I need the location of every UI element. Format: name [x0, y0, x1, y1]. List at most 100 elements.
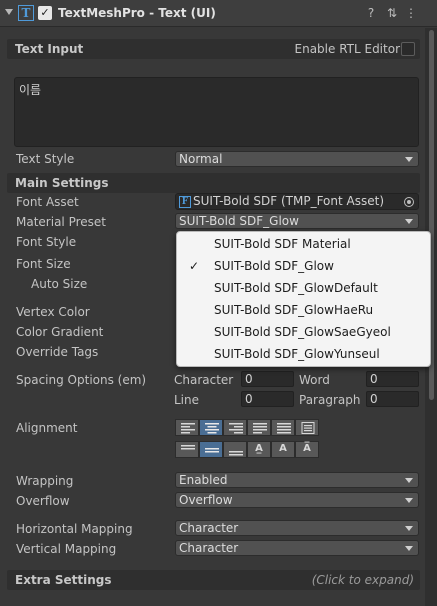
- popup-item-label: SUIT-Bold SDF_Glow: [214, 259, 334, 273]
- help-icon[interactable]: ?: [363, 5, 379, 21]
- popup-item[interactable]: SUIT-Bold SDF_GlowDefault: [177, 277, 430, 299]
- wrapping-label: Wrapping: [16, 474, 74, 488]
- word-spacing-field[interactable]: 0: [366, 371, 419, 387]
- overflow-dropdown[interactable]: Overflow: [175, 492, 419, 508]
- text-input-section-header: Text Input Enable RTL Editor: [7, 39, 420, 59]
- text-input-field[interactable]: 이름: [14, 77, 419, 147]
- line-spacing-label: Line: [174, 393, 200, 407]
- component-enabled-checkbox[interactable]: ✓: [38, 6, 52, 20]
- align-left-button[interactable]: [175, 419, 199, 436]
- align-right-icon: [229, 423, 243, 434]
- context-menu-icon[interactable]: ⋮: [403, 5, 419, 21]
- font-asset-field[interactable]: F SUIT-Bold SDF (TMP_Font Asset): [175, 193, 419, 210]
- text-style-label: Text Style: [16, 152, 75, 166]
- word-spacing-label: Word: [299, 373, 330, 387]
- main-settings-section-title: Main Settings: [15, 176, 109, 190]
- enable-rtl-editor-label: Enable RTL Editor: [294, 42, 401, 56]
- material-preset-dropdown[interactable]: SUIT-Bold SDF_Glow: [175, 213, 419, 229]
- align-geometry-center-icon: [301, 422, 315, 434]
- align-justified-icon: [253, 423, 267, 434]
- font-size-label: Font Size: [16, 257, 71, 271]
- checkmark-icon: ✓: [189, 259, 200, 273]
- text-input-section-title: Text Input: [15, 42, 84, 56]
- foldout-arrow-icon[interactable]: [5, 9, 13, 15]
- overflow-value: Overflow: [179, 493, 233, 507]
- font-asset-value: SUIT-Bold SDF (TMP_Font Asset): [193, 194, 385, 208]
- align-middle-button[interactable]: [199, 441, 223, 458]
- align-flush-icon: [277, 423, 291, 434]
- align-baseline-icon: A̲: [255, 443, 263, 454]
- popup-item-label: SUIT-Bold SDF_GlowHaeRu: [214, 303, 374, 317]
- align-midline-icon: A: [279, 443, 287, 454]
- extra-settings-section-header[interactable]: Extra Settings (Click to expand): [7, 570, 420, 590]
- extra-settings-hint: (Click to expand): [311, 573, 414, 587]
- align-baseline-button[interactable]: A̲: [247, 441, 271, 458]
- align-middle-icon: [205, 448, 219, 453]
- align-center-button[interactable]: [199, 419, 223, 436]
- font-style-label: Font Style: [16, 235, 77, 249]
- dropdown-caret-icon: [405, 157, 413, 162]
- align-top-button[interactable]: [175, 441, 199, 458]
- component-header[interactable]: T ✓ TextMeshPro - Text (UI) ? ⇅ ⋮: [0, 0, 437, 27]
- align-midline-button[interactable]: A: [271, 441, 295, 458]
- vertical-alignment-group: A̲ A A̅: [175, 441, 319, 458]
- popup-item-label: SUIT-Bold SDF_GlowSaeGyeol: [214, 325, 391, 339]
- align-capline-button[interactable]: A̅: [295, 441, 319, 458]
- vertical-mapping-dropdown[interactable]: Character: [175, 540, 419, 556]
- character-spacing-field[interactable]: 0: [241, 371, 294, 387]
- main-settings-section-header: Main Settings: [7, 173, 420, 193]
- extra-settings-section-title: Extra Settings: [15, 573, 112, 587]
- dropdown-caret-icon: [405, 546, 413, 551]
- textmeshpro-icon: T: [18, 5, 34, 21]
- vertical-mapping-label: Vertical Mapping: [16, 542, 117, 556]
- align-capline-icon: A̅: [303, 443, 311, 454]
- overflow-label: Overflow: [16, 494, 70, 508]
- horizontal-mapping-dropdown[interactable]: Character: [175, 520, 419, 536]
- align-bottom-icon: [229, 451, 243, 456]
- align-justified-button[interactable]: [247, 419, 271, 436]
- dropdown-caret-icon: [405, 526, 413, 531]
- presets-icon[interactable]: ⇅: [384, 5, 400, 21]
- dropdown-caret-icon: [405, 498, 413, 503]
- align-left-icon: [181, 423, 195, 434]
- align-center-icon: [205, 423, 219, 434]
- popup-item[interactable]: SUIT-Bold SDF Material: [177, 233, 430, 255]
- font-asset-icon: F: [179, 196, 191, 208]
- popup-item-label: SUIT-Bold SDF_GlowYunseul: [214, 347, 380, 361]
- popup-item[interactable]: SUIT-Bold SDF_GlowSaeGyeol: [177, 321, 430, 343]
- popup-item[interactable]: SUIT-Bold SDF_GlowHaeRu: [177, 299, 430, 321]
- vertex-color-label: Vertex Color: [16, 305, 90, 319]
- text-style-dropdown[interactable]: Normal: [175, 151, 419, 167]
- material-preset-value: SUIT-Bold SDF_Glow: [179, 214, 299, 228]
- color-gradient-label: Color Gradient: [16, 325, 104, 339]
- dropdown-caret-icon: [405, 219, 413, 224]
- text-style-value: Normal: [179, 152, 223, 166]
- material-preset-popup: SUIT-Bold SDF Material ✓ SUIT-Bold SDF_G…: [176, 231, 431, 367]
- wrapping-dropdown[interactable]: Enabled: [175, 472, 419, 488]
- font-asset-label: Font Asset: [16, 195, 79, 209]
- horizontal-mapping-label: Horizontal Mapping: [16, 522, 133, 536]
- align-bottom-button[interactable]: [223, 441, 247, 458]
- align-flush-button[interactable]: [271, 419, 295, 436]
- dropdown-caret-icon: [405, 478, 413, 483]
- object-picker-icon[interactable]: [404, 197, 414, 207]
- align-top-icon: [181, 445, 195, 450]
- horizontal-alignment-group: [175, 419, 319, 436]
- align-right-button[interactable]: [223, 419, 247, 436]
- align-geometry-center-button[interactable]: [295, 419, 319, 436]
- line-spacing-field[interactable]: 0: [241, 391, 294, 407]
- component-title: TextMeshPro - Text (UI): [58, 6, 216, 20]
- spacing-options-label: Spacing Options (em): [16, 373, 147, 387]
- popup-item[interactable]: ✓ SUIT-Bold SDF_Glow: [177, 255, 430, 277]
- character-spacing-label: Character: [174, 373, 234, 387]
- auto-size-label: Auto Size: [31, 277, 88, 291]
- paragraph-spacing-field[interactable]: 0: [366, 391, 419, 407]
- alignment-label: Alignment: [16, 421, 78, 435]
- popup-item-label: SUIT-Bold SDF_GlowDefault: [214, 281, 378, 295]
- popup-item[interactable]: SUIT-Bold SDF_GlowYunseul: [177, 343, 430, 365]
- vertical-mapping-value: Character: [179, 541, 239, 555]
- override-tags-label: Override Tags: [16, 345, 99, 359]
- wrapping-value: Enabled: [179, 473, 228, 487]
- enable-rtl-editor-checkbox[interactable]: [401, 42, 415, 56]
- paragraph-spacing-label: Paragraph: [299, 393, 361, 407]
